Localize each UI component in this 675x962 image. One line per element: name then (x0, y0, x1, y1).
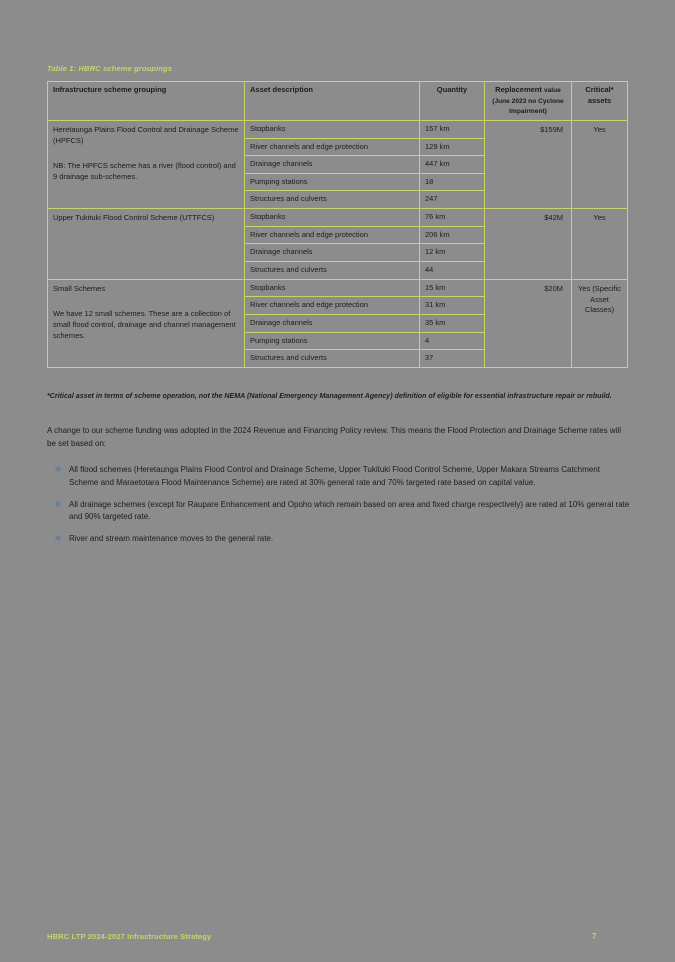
table-row: Heretaunga Plains Flood Control and Drai… (47, 119, 628, 210)
bullet-marker-icon: ✱ (54, 465, 62, 474)
table-row: Upper Tukituki Flood Control Scheme (UTT… (47, 208, 628, 280)
list-item-text: All flood schemes (Heretaunga Plains Flo… (69, 465, 600, 487)
table-body: Heretaunga Plains Flood Control and Drai… (47, 119, 628, 368)
footer-document-title: HBRC LTP 2024-2027 Infrastructure Strate… (47, 932, 212, 941)
column-header-scheme-grouping-label: Infrastructure scheme grouping (53, 85, 167, 94)
group-note: We have 12 small schemes. These are a co… (53, 309, 236, 340)
asset-description-cell: Structures and culverts (244, 261, 420, 280)
asset-description-cell: Drainage channels (244, 155, 420, 174)
column-header-critical-assets-label: Critical* assets (585, 85, 614, 105)
replacement-value-cell: $20M (484, 278, 572, 368)
column-header-quantity-label: Quantity (436, 85, 468, 94)
list-item-text: All drainage schemes (except for Raupare… (69, 499, 630, 522)
column-header-replacement-value-label: Replacement (495, 85, 542, 94)
group-title: Upper Tukituki Flood Control Scheme (UTT… (53, 213, 215, 223)
asset-description-cell: River channels and edge protection (244, 296, 420, 315)
table-caption: Table 1: HBRC scheme groupings (47, 64, 173, 73)
quantity-cell: 129 km (419, 137, 485, 157)
list-item: ✱ River and stream maintenance moves to … (47, 533, 637, 546)
asset-description-cell: Stopbanks (244, 119, 420, 139)
asset-description-cell: River channels and edge protection (244, 225, 420, 245)
quantity-cell: 447 km (419, 155, 485, 174)
quantity-cell: 12 km (419, 243, 485, 263)
document-page: Table 1: HBRC scheme groupings Infrastru… (0, 0, 675, 962)
column-header-replacement-value: Replacement value (June 2023 no Cyclone … (484, 81, 572, 121)
footer-page-number: 7 (592, 932, 597, 941)
group-note: NB: The HPFCS scheme has a river (flood … (53, 161, 236, 181)
critical-assets-cell: Yes (Specific Asset Classes) (571, 278, 628, 368)
column-header-quantity: Quantity (419, 81, 485, 121)
quantity-cell: 4 (419, 331, 485, 351)
list-item-text: River and stream maintenance moves to th… (69, 534, 274, 544)
column-header-scheme-grouping: Infrastructure scheme grouping (47, 81, 245, 121)
group-cell-heretaunga: Heretaunga Plains Flood Control and Drai… (47, 119, 245, 210)
bullet-marker-icon: ✱ (54, 499, 62, 509)
asset-description-cell: Stopbanks (244, 208, 420, 227)
asset-summary-table: Infrastructure scheme grouping Asset des… (47, 81, 628, 368)
asset-description-cell: Pumping stations (244, 331, 420, 351)
body-paragraph: A change to our scheme funding was adopt… (47, 426, 621, 448)
asset-description-cell: Stopbanks (244, 278, 420, 298)
table-row: Small Schemes We have 12 small schemes. … (47, 278, 628, 368)
bullet-list: ✱ All flood schemes (Heretaunga Plains F… (47, 464, 637, 555)
quantity-cell: 37 (419, 349, 485, 368)
critical-assets-cell: Yes (571, 208, 628, 280)
group-cell-small-schemes: Small Schemes We have 12 small schemes. … (47, 278, 245, 368)
asset-description-cell: Structures and culverts (244, 349, 420, 368)
group-title: Small Schemes (53, 283, 106, 293)
asset-description-cell: Drainage channels (244, 313, 420, 333)
quantity-cell: 157 km (419, 119, 485, 139)
asset-description-cell: Pumping stations (244, 172, 420, 192)
bullet-marker-icon: ✱ (54, 534, 62, 544)
group-title: Heretaunga Plains Flood Control and Drai… (53, 124, 239, 145)
list-item: ✱ All flood schemes (Heretaunga Plains F… (47, 464, 637, 490)
quantity-cell: 76 km (419, 208, 485, 227)
quantity-cell: 31 km (419, 296, 485, 315)
group-cell-upper-tukituki: Upper Tukituki Flood Control Scheme (UTT… (47, 208, 245, 280)
replacement-value-cell: $159M (484, 119, 572, 210)
asset-description-cell: Drainage channels (244, 243, 420, 263)
list-item: ✱ All drainage schemes (except for Raupa… (47, 499, 637, 525)
quantity-cell: 15 km (419, 278, 485, 298)
column-header-asset-description: Asset description (244, 81, 420, 121)
table-header: Infrastructure scheme grouping Asset des… (47, 81, 628, 121)
critical-assets-cell: Yes (571, 119, 628, 210)
quantity-cell: 247 (419, 190, 485, 210)
column-header-asset-description-label: Asset description (250, 85, 313, 94)
column-header-critical-assets: Critical* assets (571, 81, 628, 121)
asset-description-cell: River channels and edge protection (244, 137, 420, 157)
quantity-cell: 44 (419, 261, 485, 280)
quantity-cell: 18 (419, 172, 485, 192)
table-footnote: *Critical asset in terms of scheme opera… (47, 392, 612, 400)
quantity-cell: 35 km (419, 313, 485, 333)
quantity-cell: 206 km (419, 225, 485, 245)
replacement-value-cell: $42M (484, 208, 572, 280)
table-header-row: Infrastructure scheme grouping Asset des… (47, 81, 628, 121)
asset-description-cell: Structures and culverts (244, 190, 420, 210)
